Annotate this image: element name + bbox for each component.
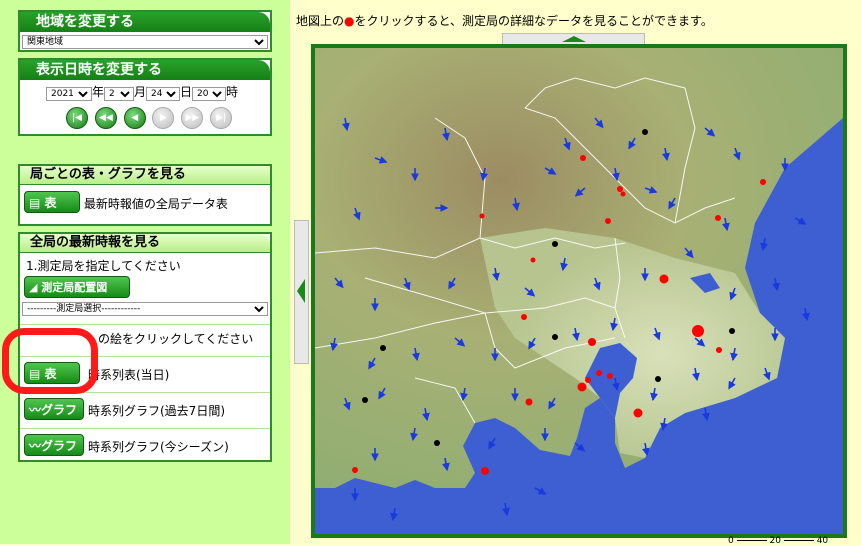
map-instruction: 地図上の●をクリックすると、測定局の詳細なデータを見ることができます。: [296, 14, 713, 28]
day-unit: 日: [180, 85, 193, 99]
play-icon: ▶: [160, 113, 167, 123]
next-hour-button: ▶: [152, 107, 175, 129]
highlight-annotation: [2, 328, 98, 394]
last-button: ▶|: [210, 107, 233, 129]
station-marker[interactable]: [521, 314, 527, 320]
station-marker[interactable]: [620, 191, 626, 197]
graph-icon: 〰: [29, 403, 42, 417]
left-panel: 地域を変更する 関東地域 表示日時を変更する 2021年 2 月 24 日 20 時 |◀ …: [0, 0, 290, 544]
all-station-table-button[interactable]: ▤ 表: [24, 191, 80, 213]
station-marker[interactable]: [607, 373, 613, 379]
station-table-panel: 局ごとの表・グラフを見る ▤ 表 最新時報値の全局データ表: [18, 164, 272, 226]
datetime-panel: 表示日時を変更する 2021年 2 月 24 日 20 時 |◀ ◀◀ ◀ ▶ ▶▶ ▶|: [18, 58, 272, 136]
station-marker[interactable]: [633, 408, 643, 418]
step1-label: 1.測定局を指定してください: [26, 259, 181, 273]
station-marker[interactable]: [525, 398, 533, 406]
hour-select[interactable]: 20: [192, 87, 227, 101]
station-marker[interactable]: [481, 467, 489, 475]
station-marker[interactable]: [729, 328, 735, 334]
station-marker[interactable]: [352, 467, 358, 473]
station-marker[interactable]: [479, 213, 485, 219]
graph-season-label: 時系列グラフ(今シーズン): [88, 440, 229, 454]
station-table-title: 局ごとの表・グラフを見る: [20, 166, 270, 185]
time-nav: |◀ ◀◀ ◀ ▶ ▶▶ ▶|: [20, 101, 270, 129]
timeseries-table-label: 時系列表(当日): [88, 368, 170, 382]
fast-forward-icon: ▶▶: [185, 113, 200, 123]
station-select[interactable]: ---------測定局選択------------: [22, 302, 268, 316]
graph-7day-label: 時系列グラフ(過去7日間): [88, 404, 225, 418]
station-marker[interactable]: [580, 155, 586, 161]
station-marker[interactable]: [642, 129, 648, 135]
station-marker[interactable]: [760, 179, 766, 185]
next-day-button: ▶▶: [181, 107, 204, 129]
map-icon: ◢: [29, 281, 42, 294]
region-panel: 地域を変更する 関東地域: [18, 10, 272, 52]
station-marker[interactable]: [715, 215, 721, 221]
station-marker-symbol: ●: [344, 14, 355, 28]
table-icon: ▤: [29, 196, 45, 210]
back-icon: ◀: [131, 113, 139, 123]
map-scroll-left-button[interactable]: [294, 220, 309, 364]
station-marker[interactable]: [577, 382, 587, 392]
station-marker[interactable]: [617, 186, 623, 192]
skip-back-icon: |◀: [72, 113, 82, 123]
station-marker[interactable]: [530, 257, 536, 263]
station-marker[interactable]: [362, 397, 368, 403]
region-panel-title: 地域を変更する: [20, 12, 270, 32]
year-unit: 年: [92, 85, 105, 99]
triangle-left-icon: [297, 279, 305, 303]
station-marker[interactable]: [605, 218, 611, 224]
all-station-table-desc: 最新時報値の全局データ表: [83, 197, 228, 211]
graph-season-button[interactable]: 〰グラフ: [24, 434, 84, 456]
hour-unit: 時: [226, 85, 239, 99]
latest-panel-title: 全局の最新時報を見る: [20, 234, 270, 253]
graph-7day-button[interactable]: 〰グラフ: [24, 398, 84, 420]
triangle-up-icon: [561, 36, 586, 42]
month-unit: 月: [134, 85, 147, 99]
prev-day-button[interactable]: ◀◀: [94, 107, 117, 129]
station-marker[interactable]: [588, 338, 596, 346]
station-marker[interactable]: [585, 377, 591, 383]
rewind-icon: ◀◀: [98, 113, 113, 123]
skip-forward-icon: ▶|: [216, 113, 227, 123]
kanto-map[interactable]: [315, 48, 843, 534]
datetime-selectors: 2021年 2 月 24 日 20 時: [20, 80, 270, 101]
first-button[interactable]: |◀: [66, 107, 88, 129]
station-marker[interactable]: [659, 274, 669, 284]
prev-hour-button[interactable]: ◀: [123, 107, 146, 129]
station-marker[interactable]: [380, 345, 386, 351]
station-marker[interactable]: [655, 376, 661, 382]
region-select[interactable]: 関東地域: [22, 35, 268, 49]
station-marker[interactable]: [716, 347, 722, 353]
datetime-panel-title: 表示日時を変更する: [20, 60, 270, 80]
station-marker[interactable]: [434, 440, 440, 446]
station-marker[interactable]: [552, 241, 558, 247]
station-map-button[interactable]: ◢ 測定局配置図: [24, 276, 130, 298]
station-marker[interactable]: [692, 325, 704, 337]
year-select[interactable]: 2021: [46, 87, 92, 101]
station-marker[interactable]: [596, 370, 602, 376]
graph-icon: 〰: [29, 439, 42, 453]
wind-legend: 0 20 40: [728, 536, 829, 546]
station-marker[interactable]: [552, 334, 558, 340]
day-select[interactable]: 24: [146, 87, 181, 101]
map-frame: [311, 44, 847, 538]
month-select[interactable]: 2: [104, 87, 135, 101]
